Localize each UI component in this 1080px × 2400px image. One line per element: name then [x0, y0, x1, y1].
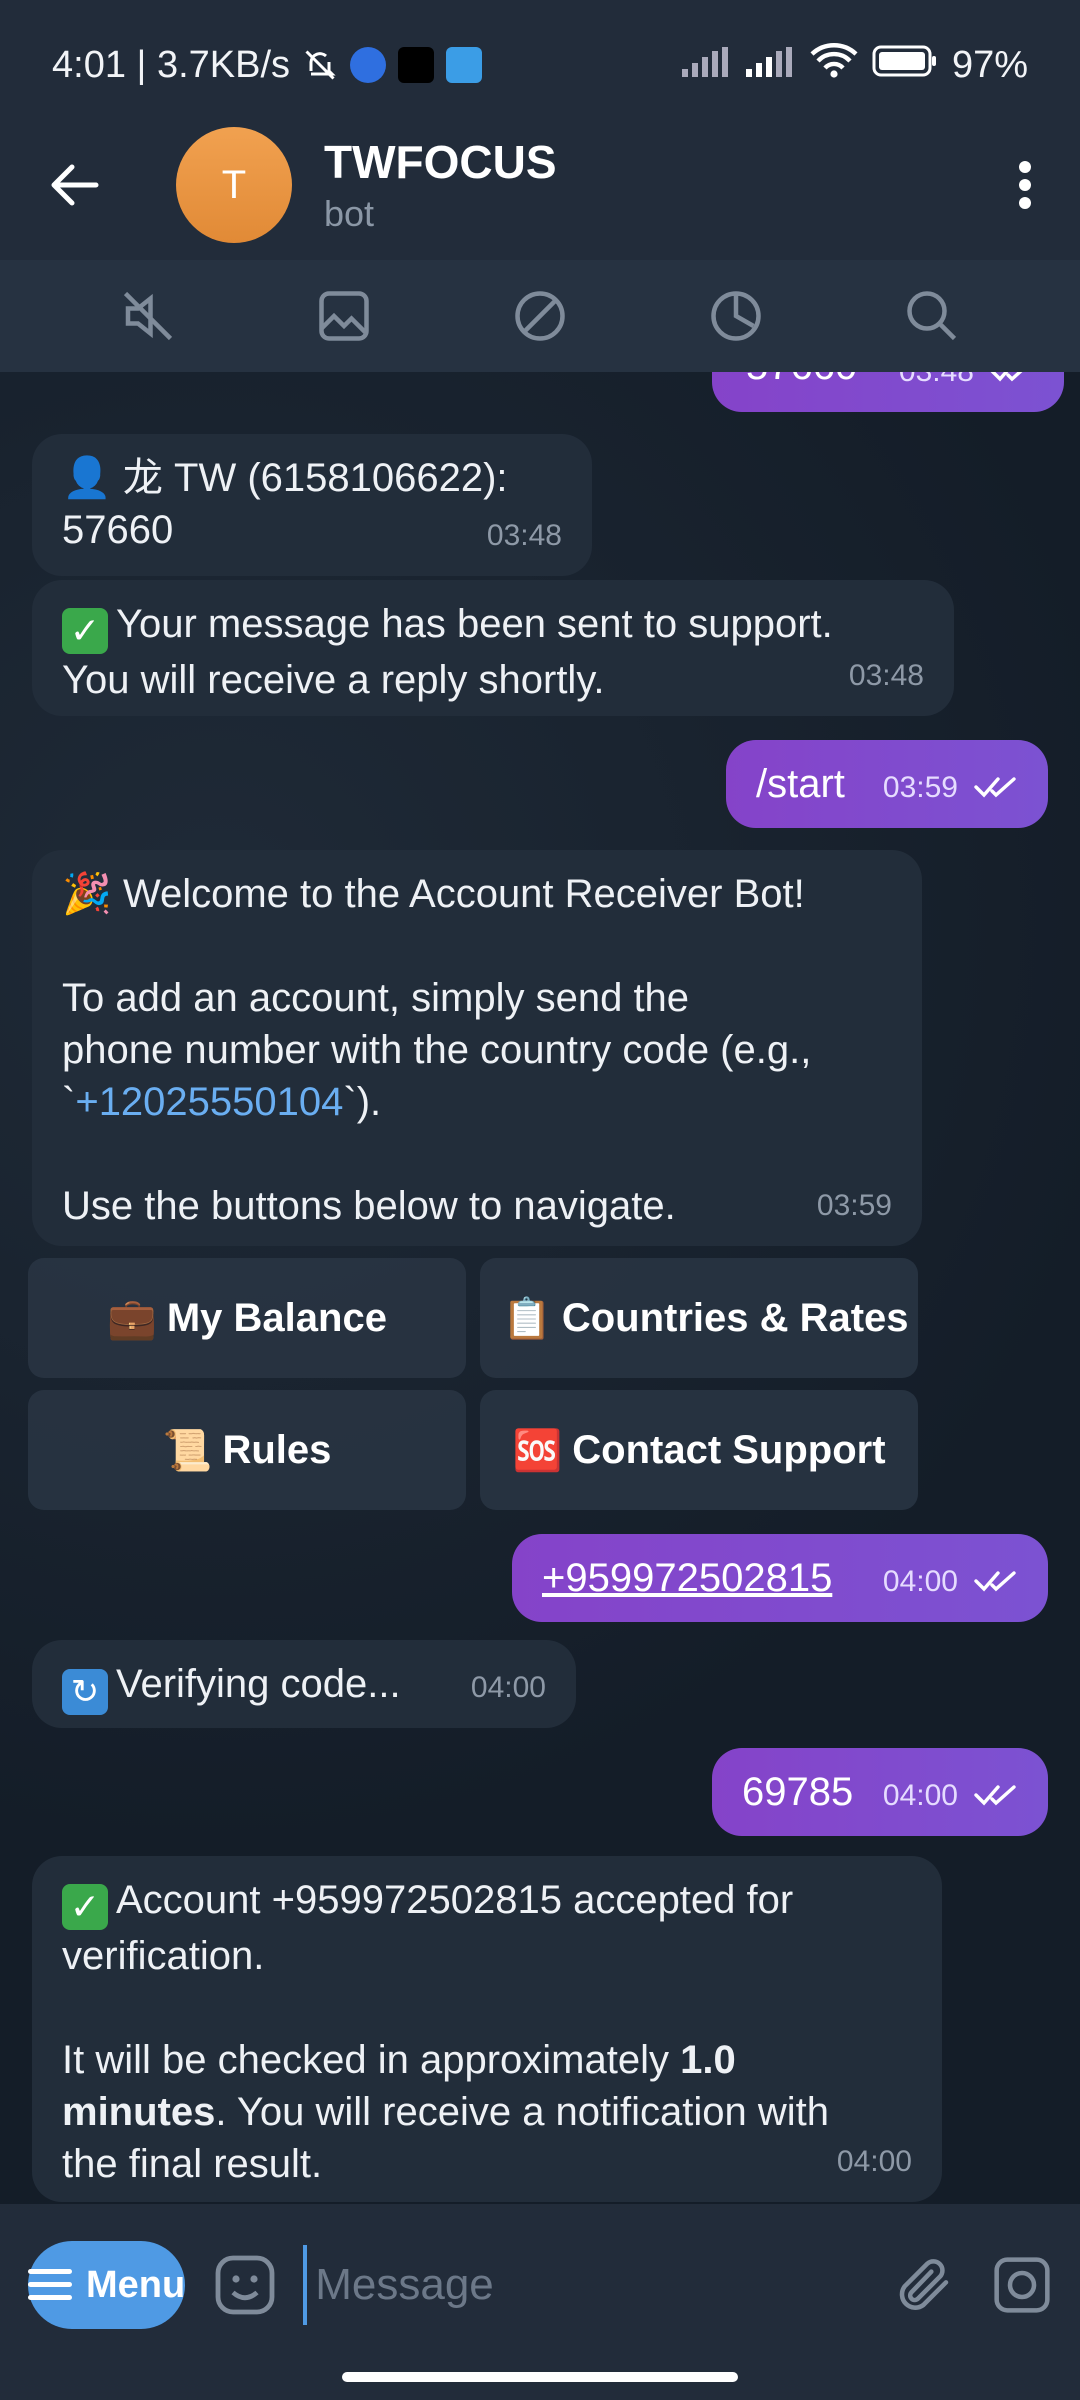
- chat-header: T TWFOCUS bot: [0, 110, 1080, 260]
- message-text: 👤 龙 TW (6158106622):: [62, 456, 508, 500]
- message-time: 04:00: [882, 1565, 958, 1598]
- timer-icon[interactable]: [700, 280, 772, 352]
- sticker-emoji-icon[interactable]: [209, 2249, 281, 2321]
- message-text: the final result.: [62, 2142, 323, 2186]
- status-time: 4:01 | 3.7KB/s: [52, 43, 291, 86]
- battery-level: 97%: [951, 43, 1028, 86]
- contact-support-button[interactable]: 🆘 Contact Support: [480, 1390, 918, 1510]
- message-text: Account +959972502815 accepted for: [116, 1878, 794, 1922]
- message-outgoing[interactable]: 69785 04:00: [712, 1748, 1048, 1836]
- double-check-icon: [974, 1554, 1022, 1606]
- message-time: 04:00: [470, 1671, 546, 1704]
- chat-messages[interactable]: 57660 03:48 👤 龙 TW (6158106622): 57660 0…: [0, 372, 1080, 2204]
- bot-menu-button[interactable]: Menu: [28, 2241, 186, 2329]
- check-mark-emoji-icon: ✓: [62, 1884, 108, 1930]
- message-incoming[interactable]: 🎉 Welcome to the Account Receiver Bot! T…: [32, 850, 922, 1246]
- message-text: /start: [756, 762, 845, 806]
- message-time: 03:59: [882, 771, 958, 804]
- more-options-button[interactable]: [970, 110, 1080, 260]
- message-text: You will receive a reply shortly.: [62, 658, 605, 702]
- message-composer: Menu: [0, 2204, 1080, 2366]
- message-text: phone number with the country code (e.g.…: [62, 1028, 812, 1072]
- message-time: 03:48: [486, 519, 562, 552]
- message-incoming[interactable]: ✓ Your message has been sent to support. …: [32, 580, 954, 716]
- double-check-icon: [974, 760, 1022, 812]
- countries-rates-button[interactable]: 📋 Countries & Rates: [480, 1258, 918, 1378]
- message-text: Welcome to the Account Receiver Bot!: [122, 872, 805, 916]
- message-text: 69785: [742, 1770, 854, 1814]
- refresh-emoji-icon: ↻: [62, 1669, 108, 1715]
- signal-icon-2: [745, 44, 796, 87]
- scroll-icon: 📜: [162, 1428, 213, 1473]
- message-text: Your message has been sent to support.: [116, 602, 833, 646]
- home-indicator[interactable]: [342, 2372, 738, 2382]
- paperclip-icon[interactable]: [890, 2245, 954, 2325]
- message-incoming[interactable]: ↻ Verifying code... 04:00: [32, 1640, 576, 1728]
- phone-link[interactable]: +12025550104: [75, 1080, 343, 1124]
- mute-toggle-icon[interactable]: [112, 280, 184, 352]
- double-check-icon: [974, 1768, 1022, 1820]
- message-outgoing[interactable]: /start 03:59: [726, 740, 1048, 828]
- arrow-left-icon: [51, 164, 99, 206]
- check-mark-emoji-icon: ✓: [62, 608, 108, 654]
- my-balance-button[interactable]: 💼 My Balance: [28, 1258, 466, 1378]
- battery-icon: [872, 44, 938, 87]
- upload-icon: [446, 47, 483, 83]
- chat-title: TWFOCUS: [324, 136, 557, 188]
- message-time: 04:00: [836, 2145, 912, 2178]
- chat-title-block[interactable]: TWFOCUS bot: [324, 135, 557, 235]
- message-time: 03:48: [848, 659, 924, 692]
- message-incoming[interactable]: 👤 龙 TW (6158106622): 57660 03:48: [32, 434, 592, 576]
- chat-subtitle: bot: [324, 193, 375, 234]
- back-button[interactable]: [0, 110, 150, 260]
- rules-button[interactable]: 📜 Rules: [28, 1390, 466, 1510]
- message-outgoing[interactable]: 57660 03:48: [712, 372, 1064, 412]
- message-text: Use the buttons below to navigate.: [62, 1184, 676, 1228]
- mute-icon: [302, 47, 338, 83]
- message-input[interactable]: [303, 2245, 891, 2325]
- briefcase-icon: 💼: [107, 1296, 157, 1341]
- double-check-icon: [990, 372, 1038, 396]
- message-time: 04:00: [882, 1779, 958, 1812]
- more-vertical-icon: [1019, 161, 1031, 209]
- wifi-icon: [810, 42, 858, 88]
- message-outgoing[interactable]: +959972502815 04:00: [512, 1534, 1048, 1622]
- avatar[interactable]: T: [176, 127, 292, 243]
- block-icon[interactable]: [504, 280, 576, 352]
- hamburger-icon: [28, 2269, 72, 2300]
- phone-link[interactable]: +959972502815: [542, 1556, 832, 1600]
- message-text: To add an account, simply send the: [62, 976, 690, 1020]
- media-icon[interactable]: [308, 280, 380, 352]
- message-incoming[interactable]: ✓ Account +959972502815 accepted for veri…: [32, 1856, 942, 2202]
- message-text: verification.: [62, 1934, 265, 1978]
- party-popper-emoji-icon: 🎉: [62, 872, 112, 916]
- chat-toolbar: [0, 260, 1080, 372]
- clipboard-icon: 📋: [502, 1296, 552, 1341]
- message-time: 03:48: [899, 372, 974, 398]
- sos-icon: 🆘: [512, 1428, 563, 1473]
- message-time: 03:59: [816, 1189, 892, 1222]
- message-text: Verifying code...: [116, 1662, 401, 1706]
- search-icon[interactable]: [896, 280, 968, 352]
- terminal-icon: [398, 47, 435, 83]
- app-notification-icon: [350, 47, 387, 83]
- signal-icon: [681, 44, 732, 87]
- camera-icon[interactable]: [990, 2245, 1054, 2325]
